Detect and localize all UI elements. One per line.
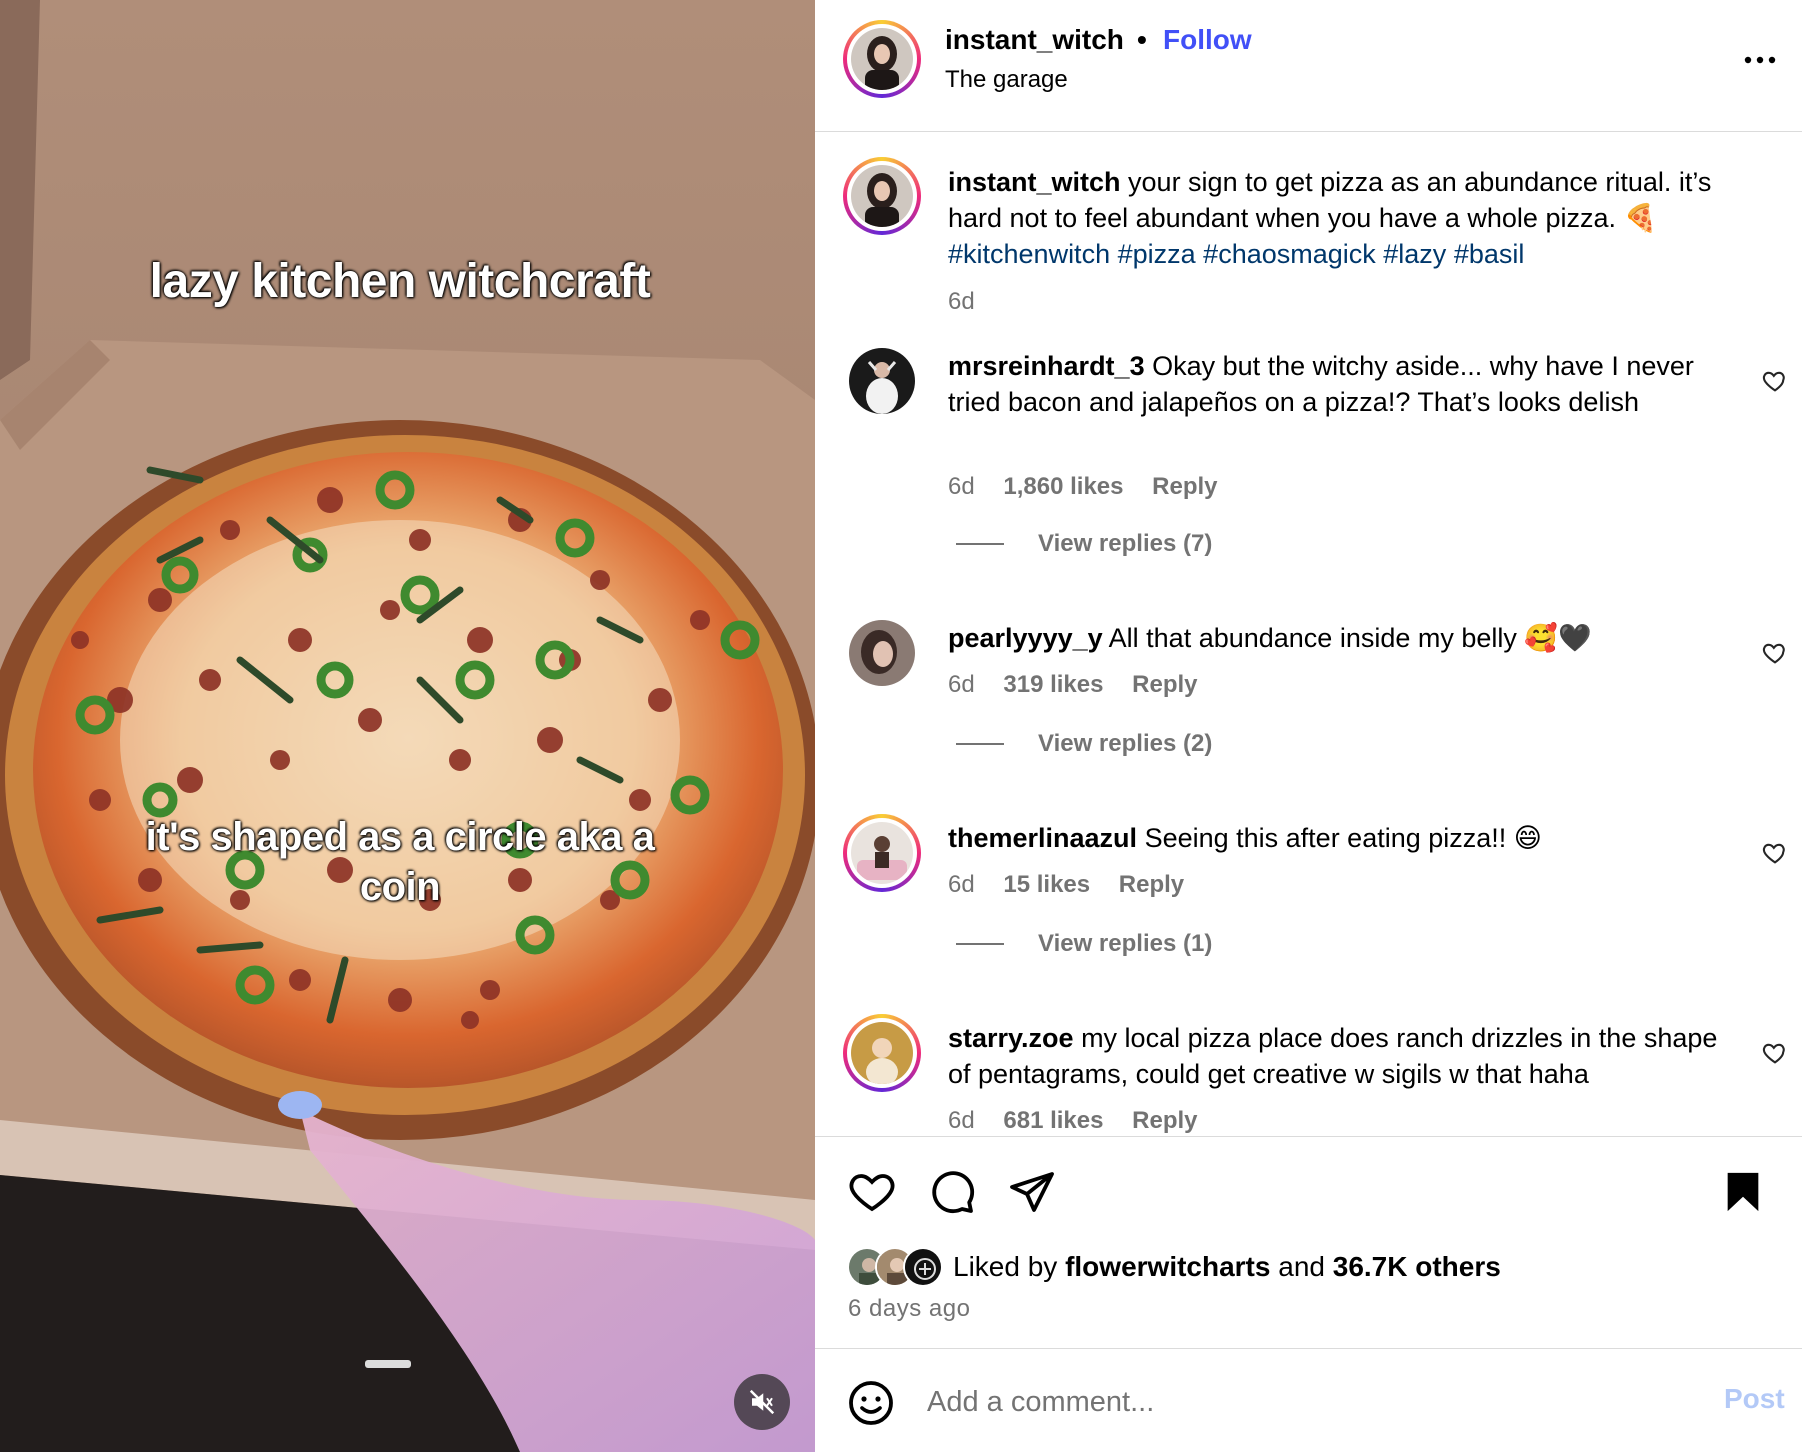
post-details-panel: instant_witch • Follow The garage instan…	[815, 0, 1802, 1452]
mute-toggle-button[interactable]	[734, 1374, 790, 1430]
comment-text: mrsreinhardt_3 Okay but the witchy aside…	[948, 348, 1728, 420]
post-timestamp[interactable]: 6 days ago	[848, 1295, 970, 1323]
post-media-video[interactable]: lazy kitchen witchcraft it's shaped as a…	[0, 0, 815, 1452]
like-button[interactable]	[847, 1167, 897, 1217]
reply-button[interactable]: Reply	[1132, 1107, 1197, 1134]
author-username[interactable]: instant_witch	[945, 24, 1124, 56]
comment-text: starry.zoe my local pizza place does ran…	[948, 1020, 1728, 1092]
comment-time[interactable]: 6d	[948, 473, 975, 500]
comment-meta: 6d 319 likes Reply	[948, 671, 1220, 699]
smiley-icon[interactable]	[847, 1379, 895, 1427]
hashtag[interactable]: #chaosmagick	[1203, 239, 1376, 269]
commenter-avatar[interactable]	[849, 348, 915, 414]
comment-meta: 6d 1,860 likes Reply	[948, 473, 1240, 501]
comment-text: pearlyyyy_y All that abundance inside my…	[948, 620, 1728, 656]
video-caption-title: lazy kitchen witchcraft	[149, 255, 651, 308]
caption-time[interactable]: 6d	[948, 288, 975, 315]
comment-like-heart-icon[interactable]	[1761, 639, 1789, 667]
follow-button[interactable]: Follow	[1163, 24, 1252, 56]
comment-like-heart-icon[interactable]	[1761, 367, 1789, 395]
view-replies-line	[956, 743, 1004, 745]
comment-username[interactable]: pearlyyyy_y	[948, 623, 1103, 653]
view-replies-button[interactable]: View replies (1)	[956, 930, 1212, 958]
post-comment-button[interactable]: Post	[1724, 1383, 1785, 1415]
paper-plane-icon	[1010, 1172, 1054, 1212]
commenter-avatar[interactable]	[843, 1014, 921, 1092]
caption-meta: 6d	[948, 288, 997, 316]
reply-button[interactable]: Reply	[1152, 473, 1217, 500]
view-replies-line	[956, 943, 1004, 945]
post-location[interactable]: The garage	[945, 66, 1068, 94]
reply-button[interactable]: Reply	[1132, 671, 1197, 698]
post-actions: Liked by flowerwitcharts and 36.7K other…	[815, 1136, 1802, 1348]
author-avatar-image	[851, 28, 913, 90]
hashtag[interactable]: #basil	[1454, 239, 1525, 269]
comment-body: All that abundance inside my belly 🥰🖤	[1102, 623, 1592, 653]
liked-by-text: Liked by flowerwitcharts and 36.7K other…	[953, 1251, 1501, 1283]
comments-list[interactable]: instant_witch your sign to get pizza as …	[815, 133, 1802, 1136]
heart-icon	[849, 1174, 895, 1212]
pizza-video-frame	[0, 0, 815, 1452]
liked-by-and: and	[1270, 1251, 1333, 1282]
share-button[interactable]	[1007, 1167, 1057, 1217]
comment-body: Seeing this after eating pizza!! 😄	[1137, 823, 1542, 853]
comment-time[interactable]: 6d	[948, 671, 975, 698]
comment-time[interactable]: 6d	[948, 1107, 975, 1134]
save-button[interactable]	[1718, 1167, 1768, 1217]
hashtag[interactable]: #kitchenwitch	[948, 239, 1110, 269]
commenter-avatar-image	[851, 1022, 913, 1084]
comment-text: themerlinaazul Seeing this after eating …	[948, 820, 1728, 856]
comment-username[interactable]: themerlinaazul	[948, 823, 1137, 853]
more-horizontal-icon	[1744, 56, 1776, 64]
liked-by-prefix: Liked by	[953, 1251, 1066, 1282]
comment-meta: 6d 681 likes Reply	[948, 1107, 1220, 1135]
comment-likes[interactable]: 15 likes	[1003, 871, 1090, 898]
liker-avatar[interactable]	[903, 1247, 943, 1287]
commenter-avatar-image	[849, 620, 915, 686]
liked-by-user[interactable]: flowerwitcharts	[1065, 1251, 1270, 1282]
commenter-avatar-image	[849, 348, 915, 414]
comment-likes[interactable]: 1,860 likes	[1003, 473, 1123, 500]
author-avatar[interactable]	[843, 20, 921, 98]
view-replies-button[interactable]: View replies (7)	[956, 530, 1212, 558]
header-separator: •	[1137, 24, 1147, 55]
liker-avatar-image	[905, 1249, 941, 1285]
view-replies-label: View replies (7)	[1038, 530, 1213, 557]
view-replies-label: View replies (1)	[1038, 930, 1213, 957]
comment-username[interactable]: starry.zoe	[948, 1023, 1074, 1053]
caption-text: instant_witch your sign to get pizza as …	[948, 164, 1728, 272]
more-options-button[interactable]	[1740, 40, 1780, 80]
commenter-avatar-image	[851, 822, 913, 884]
speaker-muted-icon	[749, 1389, 775, 1415]
comment-bubble-icon	[932, 1171, 975, 1214]
comment-input[interactable]	[927, 1377, 1587, 1427]
caption-avatar-image	[851, 165, 913, 227]
view-replies-button[interactable]: View replies (2)	[956, 730, 1212, 758]
view-replies-line	[956, 543, 1004, 545]
comment-like-heart-icon[interactable]	[1761, 839, 1789, 867]
comment-like-heart-icon[interactable]	[1761, 1039, 1789, 1067]
video-caption-subtitle: it's shaped as a circle aka a coin	[145, 815, 655, 909]
bookmark-icon	[1727, 1172, 1759, 1212]
caption-username[interactable]: instant_witch	[948, 167, 1121, 197]
liked-by-count[interactable]: 36.7K others	[1333, 1251, 1501, 1282]
hashtag[interactable]: #lazy	[1383, 239, 1446, 269]
comment-time[interactable]: 6d	[948, 871, 975, 898]
comment-meta: 6d 15 likes Reply	[948, 871, 1206, 899]
liked-by-row: Liked by flowerwitcharts and 36.7K other…	[847, 1245, 1501, 1289]
reply-button[interactable]: Reply	[1119, 871, 1184, 898]
comment-button[interactable]	[927, 1167, 977, 1217]
post-header: instant_witch • Follow The garage	[815, 0, 1802, 132]
commenter-avatar[interactable]	[849, 620, 915, 686]
commenter-avatar[interactable]	[843, 814, 921, 892]
comment-username[interactable]: mrsreinhardt_3	[948, 351, 1145, 381]
caption-avatar[interactable]	[843, 157, 921, 235]
hashtag[interactable]: #pizza	[1118, 239, 1196, 269]
comment-likes[interactable]: 319 likes	[1003, 671, 1103, 698]
view-replies-label: View replies (2)	[1038, 730, 1213, 757]
comment-likes[interactable]: 681 likes	[1003, 1107, 1103, 1134]
add-comment-bar: Post	[815, 1348, 1802, 1452]
